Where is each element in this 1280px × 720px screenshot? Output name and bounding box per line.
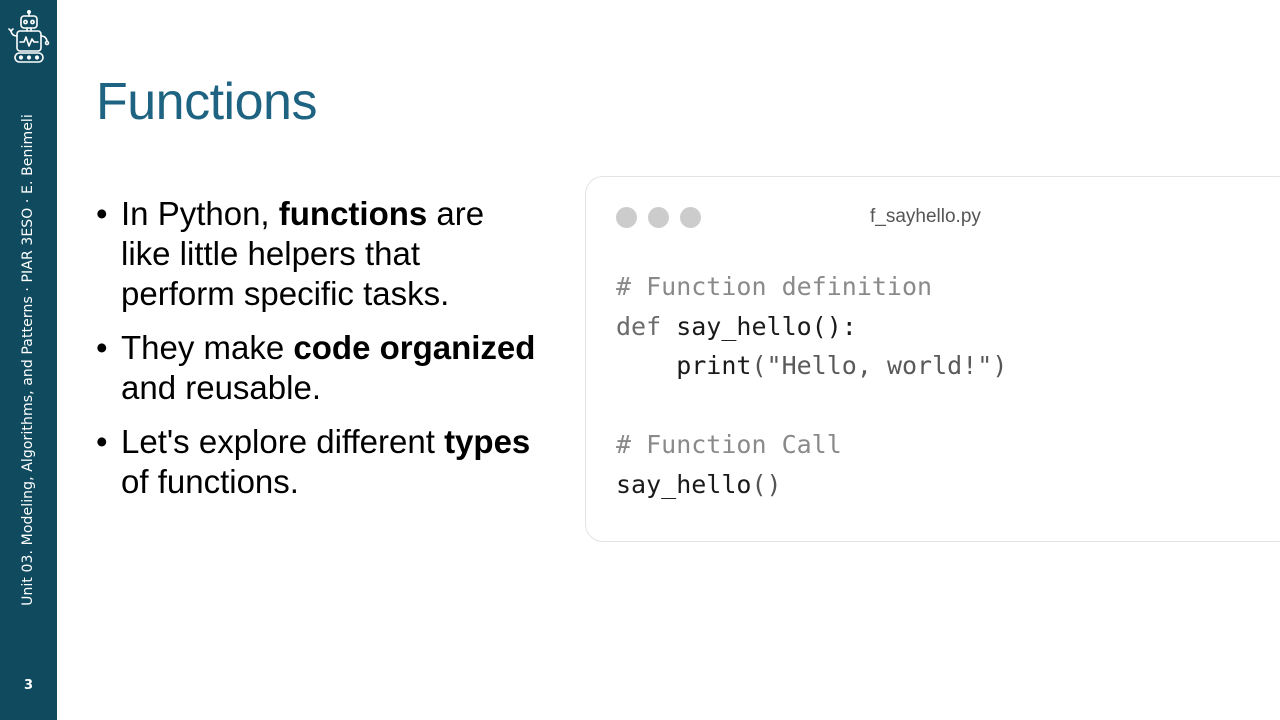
code-token: "Hello, world!" bbox=[766, 351, 993, 381]
code-token: (): bbox=[811, 311, 857, 341]
code-line: say_hello() bbox=[616, 465, 1007, 505]
slide: Unit 03. Modeling, Algorithms, and Patte… bbox=[0, 0, 1280, 720]
code-line: # Function definition bbox=[616, 267, 1007, 307]
page-number: 3 bbox=[23, 678, 34, 693]
code-token: say_hello bbox=[616, 469, 752, 499]
course-footer-text: Unit 03. Modeling, Algorithms, and Patte… bbox=[20, 114, 36, 606]
bullet-emphasis: code organized bbox=[293, 329, 536, 366]
bullet-list: In Python, functions are like little hel… bbox=[96, 194, 536, 516]
code-token: say_hello bbox=[661, 311, 812, 341]
window-dot-icon bbox=[616, 207, 637, 228]
window-dot-icon bbox=[680, 207, 701, 228]
bullet-item: In Python, functions are like little hel… bbox=[96, 194, 536, 314]
sidebar: Unit 03. Modeling, Algorithms, and Patte… bbox=[0, 0, 57, 720]
window-dot-icon bbox=[648, 207, 669, 228]
code-token: # Function definition bbox=[616, 272, 933, 301]
code-token: # Function Call bbox=[616, 430, 842, 460]
code-token: def bbox=[616, 311, 662, 341]
code-token: ) bbox=[992, 351, 1008, 381]
code-filename: f_sayhello.py bbox=[870, 206, 981, 227]
bullet-text: In Python, bbox=[121, 195, 279, 232]
code-window: f_sayhello.py # Function definition def s… bbox=[585, 176, 1280, 542]
bullet-emphasis: types bbox=[444, 423, 531, 460]
code-token: print bbox=[616, 351, 752, 381]
bullet-text: Let's explore different bbox=[121, 423, 445, 460]
code-token: () bbox=[751, 469, 782, 499]
bullet-text: and reusable. bbox=[121, 369, 321, 406]
code-line: # Function Call bbox=[616, 425, 1007, 465]
robot-icon bbox=[8, 10, 50, 63]
bullet-emphasis: functions bbox=[278, 195, 428, 232]
code-line: print("Hello, world!") bbox=[616, 346, 1007, 386]
bullet-text: of functions. bbox=[121, 463, 299, 500]
code-token: ( bbox=[751, 351, 767, 381]
code-line: def say_hello(): bbox=[616, 307, 1007, 347]
code-block: # Function definition def say_hello(): pr… bbox=[616, 267, 1007, 505]
slide-title: Functions bbox=[96, 73, 317, 131]
bullet-item: They make code organized and reusable. bbox=[96, 328, 536, 408]
window-controls bbox=[616, 207, 701, 228]
bullet-item: Let's explore different types of functio… bbox=[96, 422, 536, 502]
bullet-text: They make bbox=[121, 329, 294, 366]
